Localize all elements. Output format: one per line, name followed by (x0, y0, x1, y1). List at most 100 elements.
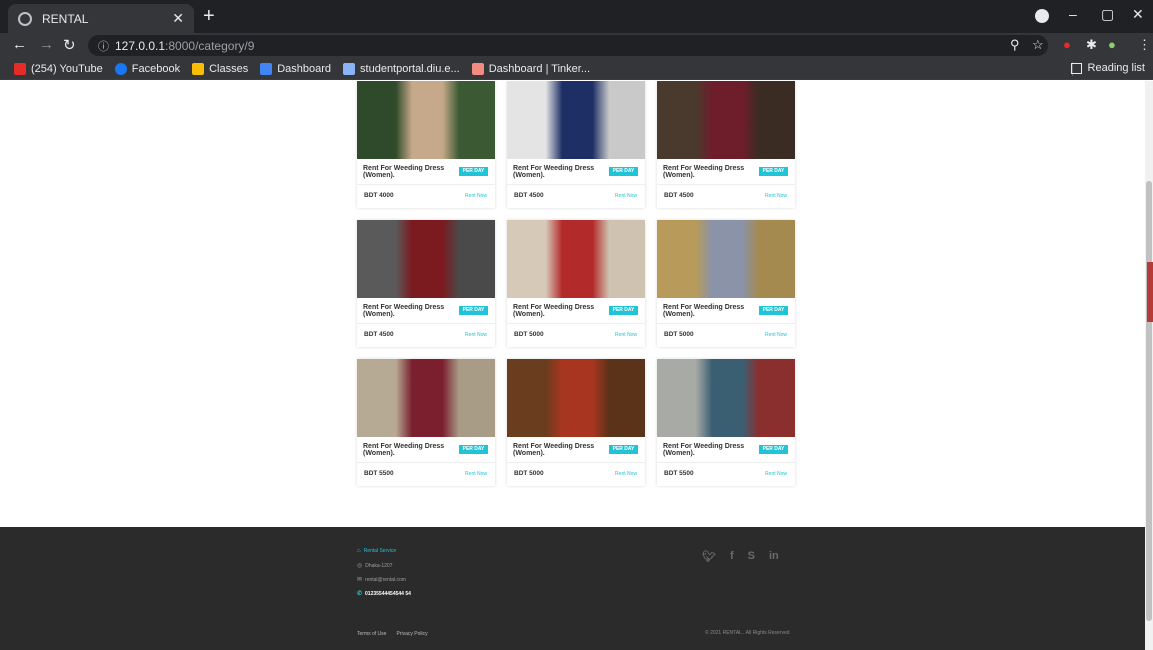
minimize-icon[interactable]: – (1069, 6, 1077, 22)
bookmark-youtube[interactable]: (254) YouTube (14, 62, 103, 75)
bookmark-star-icon[interactable]: ☆ (1032, 37, 1044, 53)
card-divider (507, 323, 645, 324)
rent-now-link[interactable]: Rent Now (765, 332, 787, 338)
product-card[interactable]: Rent For Weeding Dress (Women). PER DAY BD… (507, 220, 645, 347)
product-card[interactable]: Rent For Weeding Dress (Women). PER DAY BD… (357, 359, 495, 486)
address-bar[interactable]: ⓘ 127.0.0.1 :8000/category/9 (88, 35, 1048, 56)
rent-now-link[interactable]: Rent Now (615, 193, 637, 199)
per-day-badge: PER DAY (759, 445, 788, 454)
product-title[interactable]: Rent For Weeding Dress (Women). (663, 443, 753, 457)
product-title[interactable]: Rent For Weeding Dress (Women). (513, 165, 603, 179)
product-card[interactable]: Rent For Weeding Dress (Women). PER DAY BD… (657, 81, 795, 208)
card-divider (657, 323, 795, 324)
product-title[interactable]: Rent For Weeding Dress (Women). (513, 304, 603, 318)
product-image[interactable] (657, 81, 795, 159)
back-icon[interactable]: ← (12, 36, 27, 53)
avatar[interactable]: ● (1108, 37, 1116, 52)
rent-now-link[interactable]: Rent Now (615, 332, 637, 338)
privacy-link[interactable]: Privacy Policy (396, 631, 427, 637)
product-title[interactable]: Rent For Weeding Dress (Women). (363, 443, 453, 457)
rent-now-link[interactable]: Rent Now (765, 193, 787, 199)
footer-address: ◎ Dhaka-1207 (357, 562, 393, 570)
product-title[interactable]: Rent For Weeding Dress (Women). (663, 304, 753, 318)
product-card[interactable]: Rent For Weeding Dress (Women). PER DAY BD… (357, 81, 495, 208)
rent-now-link[interactable]: Rent Now (465, 332, 487, 338)
product-title[interactable]: Rent For Weeding Dress (Women). (663, 165, 753, 179)
product-image[interactable] (507, 81, 645, 159)
facebook-icon[interactable]: f (730, 550, 734, 563)
bookmark-dashboard[interactable]: Dashboard (260, 62, 331, 75)
product-price: BDT 5000 (664, 331, 694, 338)
product-price: BDT 5000 (514, 331, 544, 338)
mail-icon: ✉ (357, 577, 363, 583)
card-divider (357, 323, 495, 324)
forward-icon[interactable]: → (39, 36, 54, 53)
product-card[interactable]: Rent For Weeding Dress (Women). PER DAY BD… (657, 359, 795, 486)
social-links: 🐦︎ f Sin (702, 550, 779, 563)
product-card[interactable]: Rent For Weeding Dress (Women). PER DAY BD… (507, 359, 645, 486)
product-title[interactable]: Rent For Weeding Dress (Women). (363, 165, 453, 179)
product-price: BDT 5500 (364, 470, 394, 477)
rent-now-link[interactable]: Rent Now (465, 471, 487, 477)
tab-title: RENTAL (42, 11, 89, 26)
classroom-icon (192, 62, 205, 75)
bookmark-facebook[interactable]: Facebook (114, 62, 180, 75)
reading-list-icon (1070, 62, 1082, 74)
twitter-icon[interactable]: 🐦︎ (702, 550, 716, 563)
bookmark-tinkercad[interactable]: Dashboard | Tinker... (471, 62, 590, 75)
footer-email: ✉ rental@rental.com (357, 576, 406, 584)
product-price: BDT 5000 (514, 470, 544, 477)
product-image[interactable] (507, 220, 645, 298)
close-window-icon[interactable]: ✕ (1132, 6, 1144, 23)
product-card[interactable]: Rent For Weeding Dress (Women). PER DAY BD… (657, 220, 795, 347)
product-card[interactable]: Rent For Weeding Dress (Women). PER DAY BD… (357, 220, 495, 347)
extension-icon[interactable]: ● (1063, 37, 1071, 52)
product-card[interactable]: Rent For Weeding Dress (Women). PER DAY BD… (507, 81, 645, 208)
browser-tab[interactable]: RENTAL ✕ (8, 4, 194, 33)
product-image[interactable] (507, 359, 645, 437)
puzzle-icon[interactable]: ✱ (1086, 37, 1097, 53)
browser-tabstrip: RENTAL ✕ + – ▢ ✕ (0, 0, 1153, 33)
card-divider (507, 462, 645, 463)
side-tab[interactable] (1147, 262, 1153, 322)
scrollbar[interactable] (1145, 81, 1153, 650)
maximize-icon[interactable]: ▢ (1101, 6, 1114, 23)
new-tab-icon[interactable]: + (203, 6, 215, 26)
product-title[interactable]: Rent For Weeding Dress (Women). (513, 443, 603, 457)
product-image[interactable] (657, 220, 795, 298)
product-image[interactable] (357, 359, 495, 437)
card-divider (507, 184, 645, 185)
profile-icon[interactable] (1035, 9, 1049, 23)
product-price: BDT 4500 (364, 331, 394, 338)
bookmark-classes[interactable]: Classes (192, 62, 248, 75)
info-icon[interactable]: ⓘ (98, 38, 109, 54)
product-image[interactable] (357, 220, 495, 298)
skype-icon[interactable]: S (748, 550, 755, 563)
rent-now-link[interactable]: Rent Now (465, 193, 487, 199)
bookmark-studentportal[interactable]: studentportal.diu.e... (343, 62, 460, 75)
per-day-badge: PER DAY (459, 445, 488, 454)
card-divider (357, 184, 495, 185)
card-divider (657, 462, 795, 463)
reload-icon[interactable]: ↻ (63, 36, 76, 54)
scrollbar-thumb[interactable] (1146, 181, 1152, 621)
product-title[interactable]: Rent For Weeding Dress (Women). (363, 304, 453, 318)
rent-now-link[interactable]: Rent Now (615, 471, 637, 477)
dashboard-icon (260, 62, 273, 75)
product-image[interactable] (357, 81, 495, 159)
rent-now-link[interactable]: Rent Now (765, 471, 787, 477)
linkedin-icon[interactable]: in (769, 550, 779, 563)
portal-icon (343, 62, 356, 75)
product-image[interactable] (657, 359, 795, 437)
reading-list-button[interactable]: Reading list (1070, 62, 1145, 74)
page-viewport: Rent For Weeding Dress (Women). PER DAY BD… (0, 81, 1145, 650)
facebook-icon (114, 62, 127, 75)
close-icon[interactable]: ✕ (172, 10, 184, 27)
per-day-badge: PER DAY (609, 306, 638, 315)
url-host: 127.0.0.1 (115, 38, 166, 53)
footer-brand: ⌂ Rental Service (357, 548, 397, 554)
home-icon: ⌂ (357, 548, 361, 554)
menu-icon[interactable]: ⋮ (1138, 37, 1151, 53)
terms-link[interactable]: Terms of Use (357, 631, 386, 637)
zoom-icon[interactable]: ⚲ (1010, 37, 1020, 53)
